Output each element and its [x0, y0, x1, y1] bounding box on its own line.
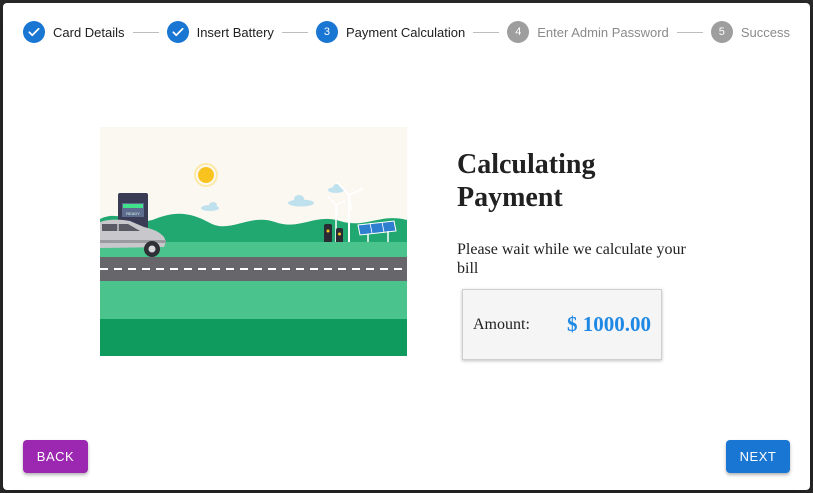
ev-charging-illustration: READY: [100, 127, 407, 356]
step-label: Card Details: [53, 24, 125, 40]
step-label: Enter Admin Password: [537, 24, 669, 40]
stepper: Card Details Insert Battery 3 Payment Ca…: [23, 20, 790, 44]
step-label: Payment Calculation: [345, 24, 466, 40]
step-number: 5: [710, 21, 733, 43]
sun-icon: [198, 167, 214, 183]
check-icon: [166, 21, 189, 43]
amount-label: Amount:: [473, 315, 530, 333]
amount-card: Amount: $ 1000.00: [462, 289, 662, 360]
amount-value: $ 1000.00: [567, 312, 651, 336]
step-card-details: Card Details: [23, 21, 125, 43]
payment-dialog: Card Details Insert Battery 3 Payment Ca…: [3, 3, 810, 490]
grass-dark: [100, 319, 407, 356]
next-button[interactable]: NEXT: [726, 440, 790, 473]
back-button[interactable]: BACK: [23, 440, 88, 473]
step-payment-calculation: 3 Payment Calculation: [315, 21, 466, 43]
check-icon: [23, 21, 45, 43]
step-connector: [676, 31, 703, 33]
step-insert-battery: Insert Battery: [166, 21, 274, 43]
status-message: Please wait while we calculate your bill: [457, 241, 686, 277]
step-number: 3: [315, 21, 338, 43]
step-connector: [473, 31, 500, 33]
step-success: 5 Success: [710, 21, 790, 43]
step-label: Insert Battery: [196, 24, 274, 40]
payment-content: Calculating Payment Please wait while we…: [457, 148, 687, 278]
step-label: Success: [740, 24, 790, 40]
step-connector: [132, 31, 159, 33]
page-title: Calculating Payment: [457, 149, 596, 213]
step-number: 4: [507, 21, 530, 43]
grass-light: [100, 281, 407, 319]
charger-screen-label: READY: [126, 211, 140, 216]
step-connector: [281, 31, 308, 33]
step-enter-admin-password: 4 Enter Admin Password: [507, 21, 669, 43]
